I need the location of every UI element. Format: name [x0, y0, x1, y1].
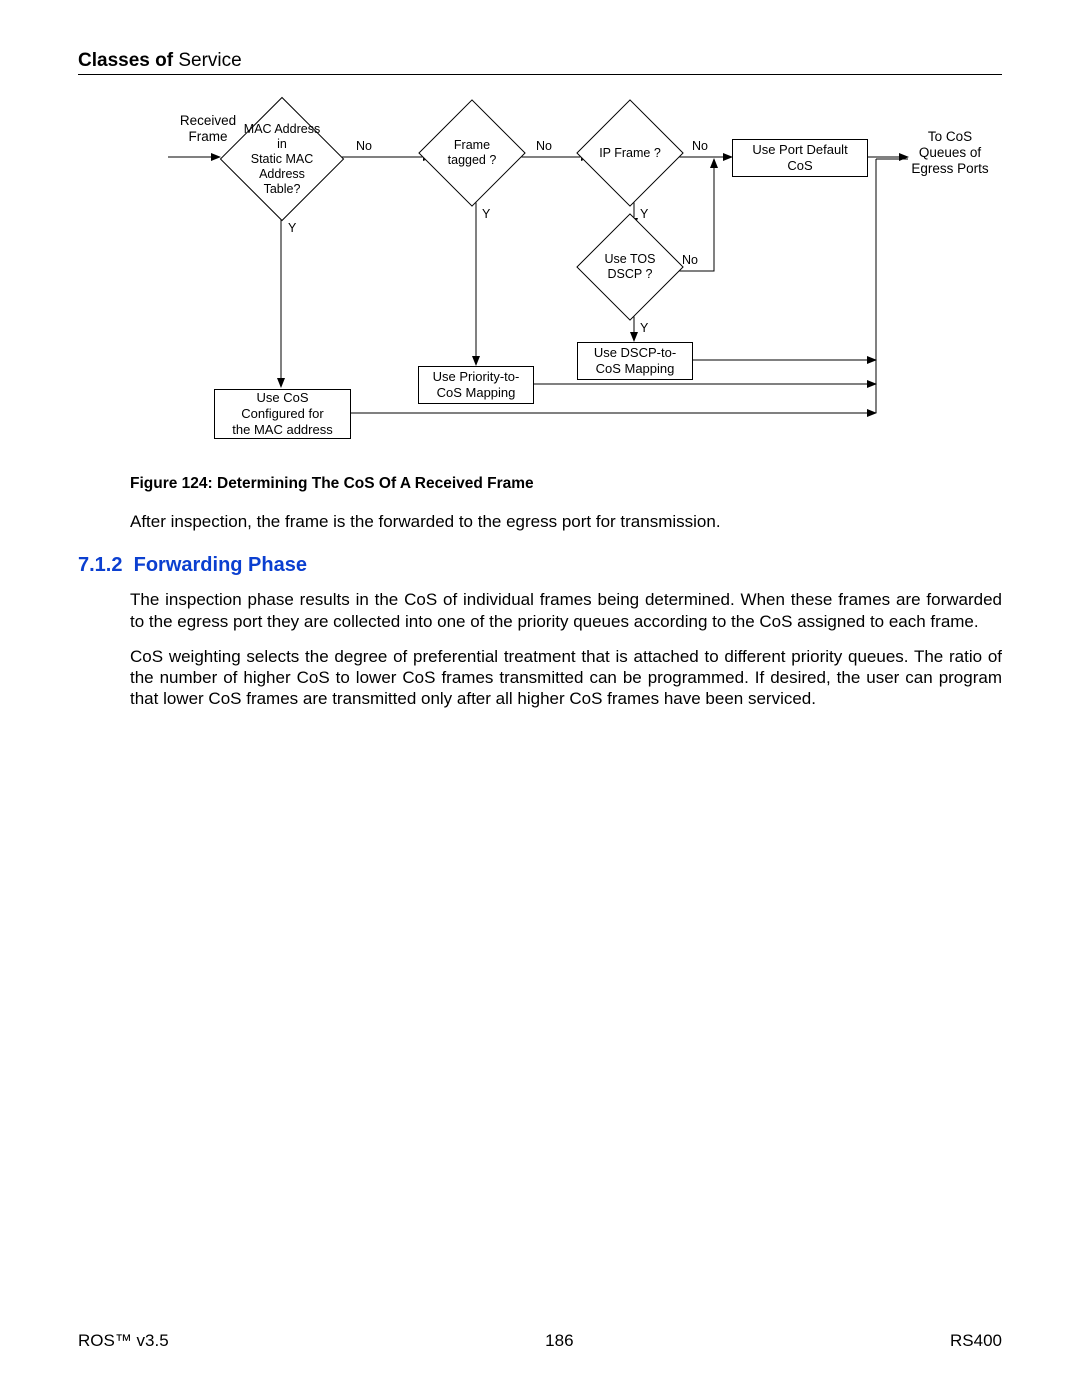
edge-mac-no: No [356, 139, 372, 154]
decision-ip-text: IP Frame ? [593, 116, 667, 190]
flowchart: ReceivedFrame MAC Address inStatic MAC A… [118, 93, 998, 453]
page-footer: ROS™ v3.5 186 RS400 [78, 1331, 1002, 1351]
figure-caption: Figure 124: Determining The CoS Of A Rec… [130, 475, 1002, 493]
section-heading: 7.1.2 Forwarding Phase [78, 554, 1002, 577]
decision-mac: MAC Address inStatic MAC AddressTable? [220, 97, 344, 221]
edge-ip-no: No [692, 139, 708, 154]
header-rest: Service [173, 50, 242, 71]
paragraph-1: The inspection phase results in the CoS … [130, 589, 1002, 632]
box-port-default: Use Port DefaultCoS [732, 139, 868, 177]
decision-frame-tagged: Frametagged ? [418, 99, 525, 206]
decision-tos-dscp: Use TOSDSCP ? [576, 213, 683, 320]
edge-mac-yes: Y [288, 221, 296, 236]
box-mac-cos: Use CoSConfigured forthe MAC address [214, 389, 351, 439]
edge-tos-no: No [682, 253, 698, 268]
decision-tag-text: Frametagged ? [435, 116, 509, 190]
paragraph-2: CoS weighting selects the degree of pref… [130, 646, 1002, 710]
footer-center: 186 [545, 1331, 573, 1351]
box-priority-map: Use Priority-to-CoS Mapping [418, 366, 534, 404]
edge-tag-yes: Y [482, 207, 490, 222]
decision-mac-text: MAC Address inStatic MAC AddressTable? [239, 116, 325, 202]
footer-left: ROS™ v3.5 [78, 1331, 169, 1351]
section-number: 7.1.2 [78, 554, 122, 576]
start-label: ReceivedFrame [168, 113, 248, 145]
decision-ip-frame: IP Frame ? [576, 99, 683, 206]
page-header: Classes of Service [78, 50, 1002, 75]
edge-ip-yes: Y [640, 207, 648, 222]
edge-tag-no: No [536, 139, 552, 154]
footer-right: RS400 [950, 1331, 1002, 1351]
edge-tos-yes: Y [640, 321, 648, 336]
decision-tos-text: Use TOSDSCP ? [593, 230, 667, 304]
box-dscp-map: Use DSCP-to-CoS Mapping [577, 342, 693, 380]
header-bold: Classes of [78, 50, 173, 71]
paragraph-after-figure: After inspection, the frame is the forwa… [130, 511, 1002, 532]
section-title: Forwarding Phase [134, 554, 307, 576]
end-label: To CoSQueues ofEgress Ports [904, 129, 996, 178]
